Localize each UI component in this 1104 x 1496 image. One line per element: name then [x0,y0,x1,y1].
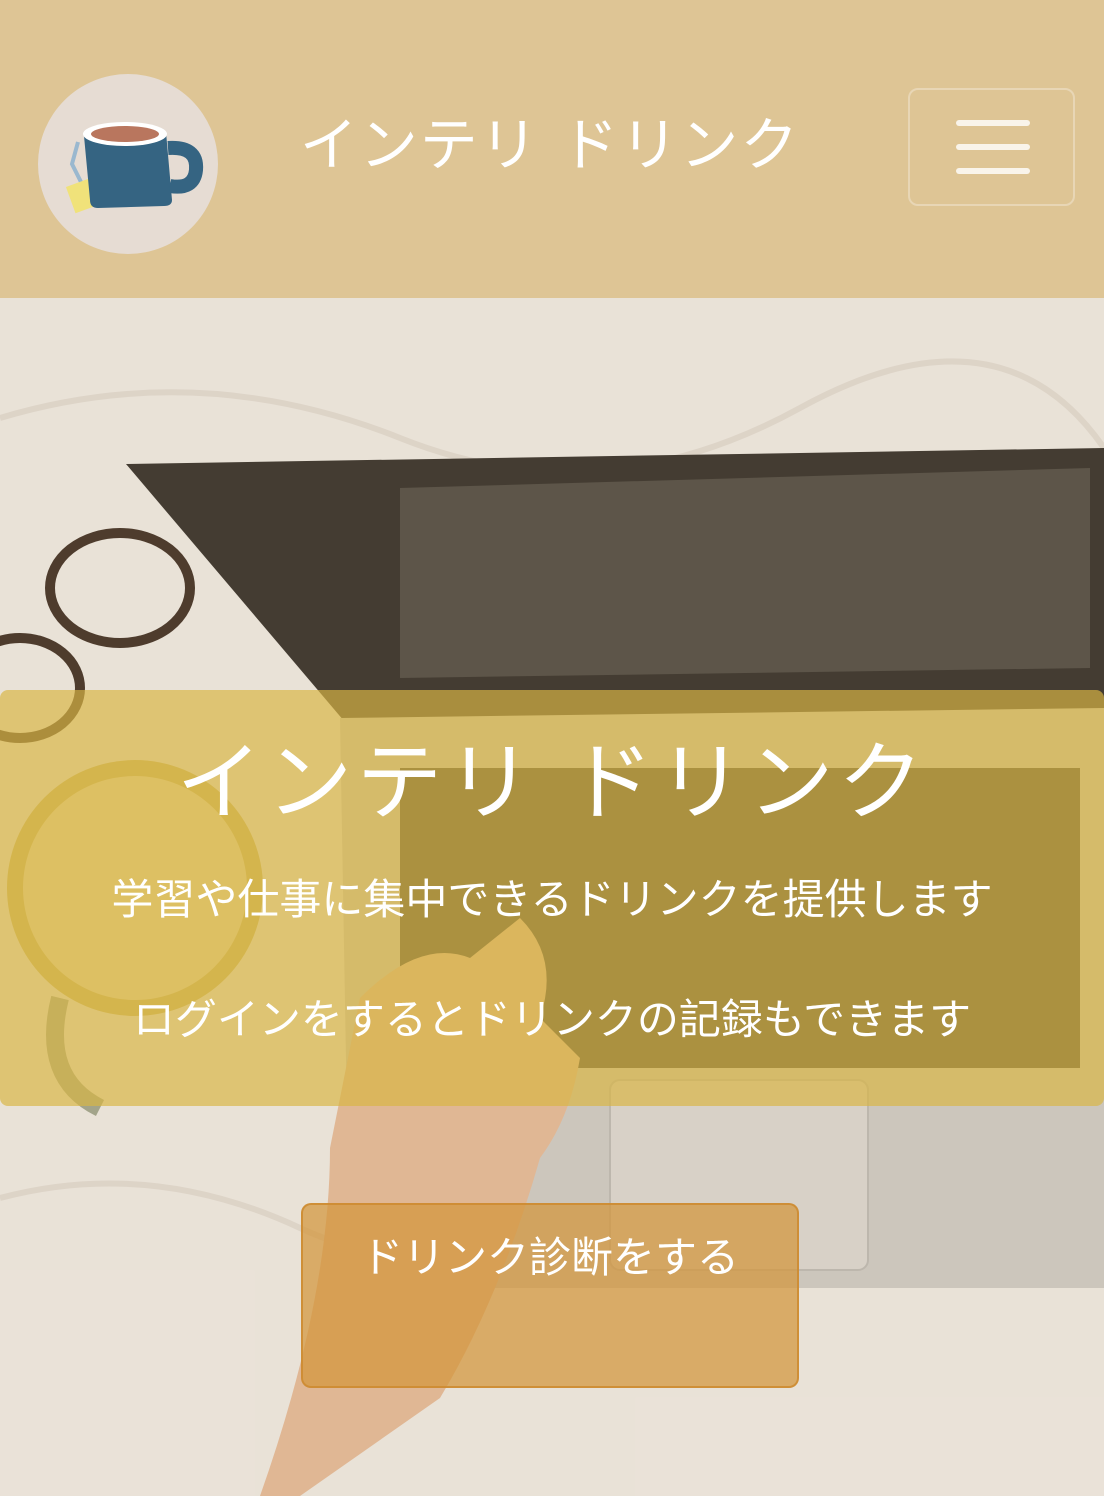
tea-cup-icon[interactable] [38,74,218,254]
menu-bar-bottom [956,168,1030,174]
hero-subtitle-1: 学習や仕事に集中できるドリンクを提供します [111,875,993,924]
hero-title: インテリ ドリンク [176,733,928,833]
menu-bar-middle [956,144,1030,150]
menu-bar-top [956,120,1030,126]
hero-subtitle-2: ログインをするとドリンクの記録もできます [132,995,972,1044]
hamburger-menu-icon[interactable] [908,88,1075,206]
hero-section: インテリ ドリンク 学習や仕事に集中できるドリンクを提供します ログインをすると… [0,298,1104,1496]
navbar: インテリ ドリンク [0,0,1104,298]
brand-title[interactable]: インテリ ドリンク [270,100,830,190]
drink-diagnosis-button[interactable]: ドリンク診断をする [301,1203,799,1388]
